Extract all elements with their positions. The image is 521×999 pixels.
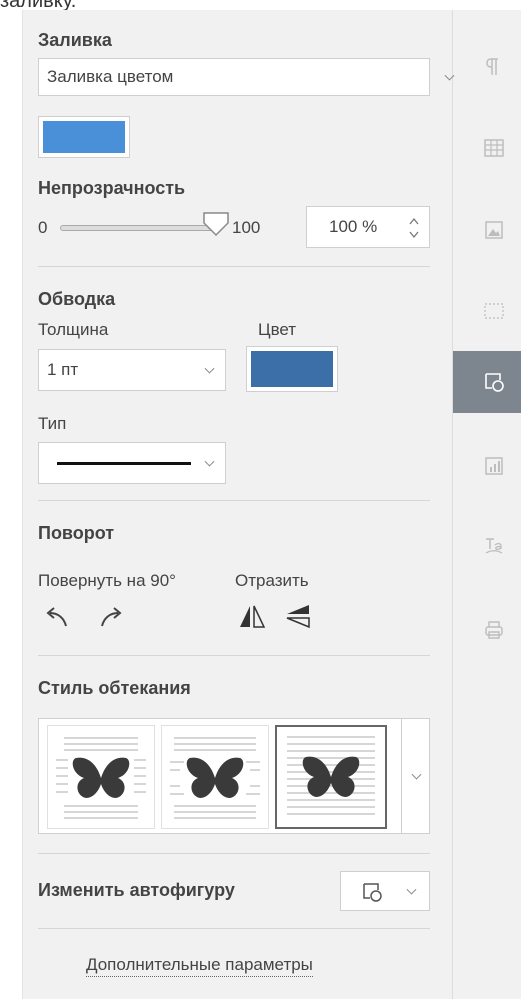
- stroke-color-swatch: [251, 351, 333, 387]
- stroke-type-select[interactable]: [38, 442, 226, 484]
- change-shape-button[interactable]: [340, 871, 430, 911]
- butterfly-front-icon: [287, 736, 375, 815]
- image-icon[interactable]: [483, 219, 505, 241]
- divider: [38, 266, 430, 267]
- line-style-preview: [57, 462, 191, 465]
- table-icon[interactable]: [483, 137, 505, 159]
- shape-settings-panel: [22, 10, 452, 999]
- rotate-counterclockwise-icon[interactable]: [42, 604, 72, 630]
- stroke-color-label: Цвет: [258, 320, 297, 339]
- opacity-spinner[interactable]: 100 %: [306, 206, 430, 248]
- wrapping-title: Стиль обтекания: [38, 678, 191, 698]
- fill-color-button[interactable]: [38, 116, 130, 158]
- fill-color-swatch: [43, 121, 125, 153]
- wrap-style-square[interactable]: [47, 725, 155, 829]
- shape-icon: [485, 373, 504, 392]
- opacity-title: Непрозрачность: [38, 178, 186, 198]
- advanced-settings-link[interactable]: Дополнительные параметры: [86, 955, 313, 977]
- textart-icon[interactable]: [483, 535, 505, 557]
- rotate-90-label: Повернуть на 90°: [38, 571, 176, 590]
- stroke-type-label: Тип: [38, 414, 67, 433]
- divider: [38, 928, 430, 929]
- shape-icon: [363, 883, 382, 902]
- opacity-slider-thumb[interactable]: [201, 211, 231, 237]
- opacity-slider-track[interactable]: [60, 225, 218, 231]
- stroke-width-value: 1 пт: [47, 360, 79, 379]
- header-footer-icon[interactable]: [483, 300, 505, 322]
- chart-icon[interactable]: [483, 455, 505, 477]
- stroke-width-label: Толщина: [38, 320, 109, 339]
- shape-settings-tab[interactable]: [453, 351, 521, 413]
- change-shape-label: Изменить автофигуру: [38, 880, 235, 900]
- divider: [38, 853, 430, 854]
- stroke-title: Обводка: [38, 289, 116, 309]
- mail-merge-icon[interactable]: [483, 619, 505, 641]
- fill-type-select[interactable]: Заливка цветом: [38, 58, 455, 96]
- flip-label: Отразить: [235, 571, 309, 590]
- chevron-down-icon: [204, 456, 215, 467]
- wrap-style-more-button[interactable]: [401, 719, 431, 833]
- flip-horizontal-icon[interactable]: [238, 602, 266, 630]
- divider: [38, 655, 430, 656]
- chevron-down-icon: [204, 363, 215, 374]
- wrap-style-in-front[interactable]: [275, 725, 387, 829]
- chevron-down-icon: [406, 884, 417, 895]
- rotation-title: Поворот: [38, 523, 115, 543]
- stroke-color-button[interactable]: [246, 346, 338, 392]
- opacity-value: 100 %: [329, 217, 378, 236]
- wrapping-style-gallery[interactable]: [38, 718, 430, 834]
- butterfly-square-icon: [56, 737, 146, 819]
- wrap-style-tight[interactable]: [161, 725, 269, 829]
- stroke-width-select[interactable]: 1 пт: [38, 349, 226, 391]
- rotate-clockwise-icon[interactable]: [98, 604, 128, 630]
- spinner-arrows-icon[interactable]: [407, 215, 421, 241]
- butterfly-tight-icon: [170, 737, 260, 819]
- fill-title: Заливка: [38, 30, 112, 50]
- divider: [38, 500, 430, 501]
- chevron-down-icon: [411, 769, 422, 780]
- flip-vertical-icon[interactable]: [284, 602, 312, 630]
- paragraph-icon[interactable]: [483, 56, 505, 78]
- fill-type-value: Заливка цветом: [47, 67, 174, 86]
- opacity-max-label: 100: [232, 218, 261, 237]
- opacity-min-label: 0: [38, 218, 48, 237]
